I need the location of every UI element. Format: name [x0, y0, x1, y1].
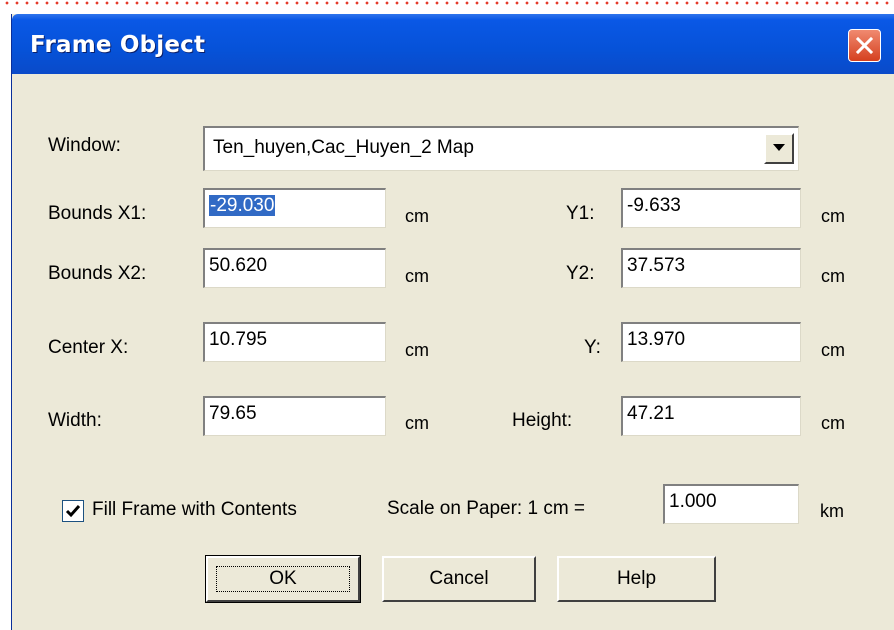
bounds-x1-label: Bounds X1:: [48, 203, 147, 224]
scale-label: Scale on Paper: 1 cm =: [387, 498, 586, 519]
center-x-unit: cm: [405, 340, 429, 360]
cancel-button-label: Cancel: [429, 568, 489, 589]
ok-button[interactable]: OK: [205, 555, 361, 603]
bounds-y2-label: Y2:: [566, 263, 595, 284]
bounds-x2-input[interactable]: 50.620: [203, 248, 386, 288]
window-select-value: Ten_huyen,Cac_Huyen_2 Map: [213, 137, 474, 158]
help-button-label: Help: [616, 568, 657, 589]
bounds-x2-unit: cm: [405, 266, 429, 286]
checkmark-icon: [65, 505, 81, 518]
close-button[interactable]: [848, 29, 881, 62]
frame-object-dialog: Frame Object Window: Ten_huyen,Cac_Huyen…: [11, 14, 894, 630]
center-x-input[interactable]: 10.795: [203, 322, 386, 362]
center-y-input[interactable]: 13.970: [621, 322, 801, 362]
background-dotted-border: [0, 0, 894, 10]
fill-frame-label[interactable]: Fill Frame with Contents: [92, 499, 297, 521]
window-dropdown-button[interactable]: [764, 133, 794, 164]
height-label: Height:: [512, 410, 573, 431]
bounds-x1-unit: cm: [405, 206, 429, 226]
center-y-unit: cm: [821, 340, 845, 360]
bounds-y2-unit: cm: [821, 266, 845, 286]
bounds-x1-value: -29.030: [209, 195, 276, 216]
bounds-x2-label: Bounds X2:: [48, 263, 147, 284]
height-unit: cm: [821, 413, 845, 433]
title-bar[interactable]: Frame Object: [12, 14, 894, 74]
bounds-y1-input[interactable]: -9.633: [621, 188, 801, 228]
help-button[interactable]: Help: [557, 556, 716, 602]
chevron-down-icon: [773, 144, 785, 151]
cancel-button[interactable]: Cancel: [382, 556, 536, 602]
center-x-label: Center X:: [48, 337, 129, 358]
center-y-label: Y:: [584, 337, 601, 358]
width-unit: cm: [405, 413, 429, 433]
window-label: Window:: [48, 135, 121, 156]
close-icon: [855, 36, 874, 55]
height-input[interactable]: 47.21: [621, 396, 801, 436]
bounds-y1-unit: cm: [821, 206, 845, 226]
scale-unit: km: [820, 501, 844, 521]
bounds-y2-input[interactable]: 37.573: [621, 248, 801, 288]
width-input[interactable]: 79.65: [203, 396, 386, 436]
scale-input[interactable]: 1.000: [663, 484, 799, 524]
bounds-x1-input[interactable]: -29.030: [203, 188, 386, 228]
window-select[interactable]: Ten_huyen,Cac_Huyen_2 Map: [203, 126, 799, 171]
fill-frame-checkbox[interactable]: [62, 500, 84, 522]
dialog-title: Frame Object: [30, 32, 206, 58]
bounds-y1-label: Y1:: [566, 203, 595, 224]
width-label: Width:: [48, 410, 102, 431]
focus-ring: [216, 566, 350, 592]
